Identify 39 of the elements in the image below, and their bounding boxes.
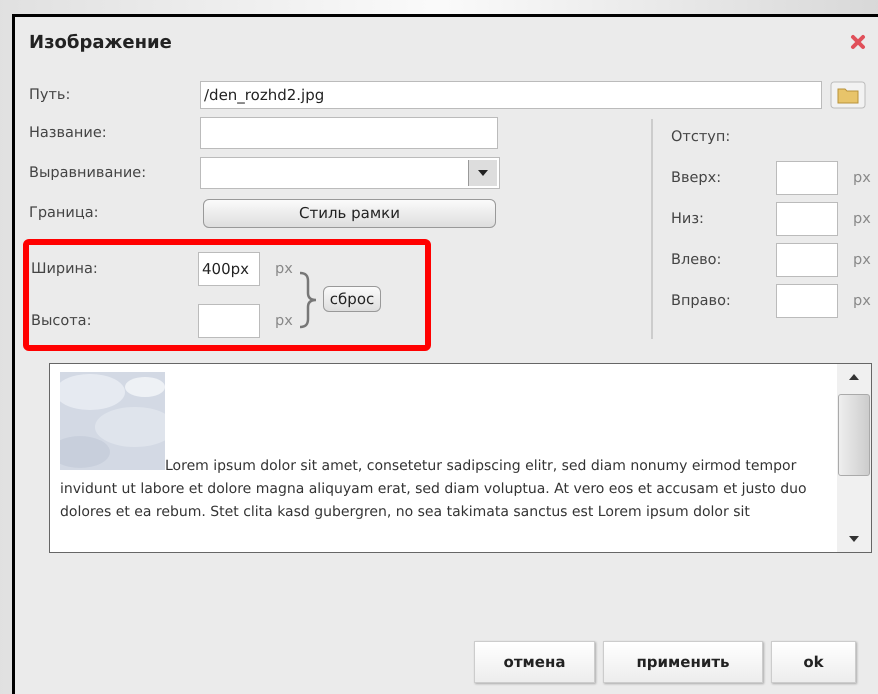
unit-label: px [275, 313, 293, 329]
field-label: Ширина: [31, 261, 99, 277]
dialog-button[interactable]: отмена [474, 641, 595, 683]
unit-label: px [275, 261, 293, 277]
field-label: Вправо: [671, 292, 732, 308]
folder-icon[interactable] [830, 81, 866, 109]
section-title: Отступ: [671, 129, 732, 145]
scroll-down-icon[interactable] [849, 536, 859, 542]
field-label: Высота: [31, 313, 92, 329]
height-field[interactable] [198, 304, 260, 338]
scrollbar[interactable] [837, 364, 871, 552]
name-field[interactable] [200, 117, 498, 149]
margin-field[interactable] [776, 202, 838, 236]
unit-label: px [853, 252, 871, 268]
align-dropdown[interactable] [200, 157, 500, 189]
dialog-title: Изображение [29, 32, 172, 52]
field-label: Название: [29, 125, 108, 141]
dialog-button[interactable]: применить [603, 641, 763, 683]
scroll-up-icon[interactable] [849, 374, 859, 380]
field-label: Выравнивание: [29, 165, 148, 181]
border-style-button[interactable]: Стиль рамки [203, 198, 496, 228]
unit-label: px [853, 210, 871, 226]
margin-field[interactable] [776, 242, 838, 276]
unit-label: px [853, 292, 871, 308]
close-icon[interactable] [850, 34, 866, 50]
field-label: Влево: [671, 252, 722, 268]
dialog-button[interactable]: ok [771, 641, 856, 683]
path-field[interactable]: /den_rozhd2.jpg [200, 81, 822, 109]
field-label: Граница: [29, 205, 100, 221]
margin-field[interactable] [776, 160, 838, 194]
margin-field[interactable] [776, 284, 838, 318]
preview-text: Lorem ipsum dolor sit amet, consetetur sadipscing elitr, sed diam nonumy eirmod tempor invidunt ut labore et dolore magna aliquyam erat, sed diam voluptua. At vero eos et accusam et justo duo dolores et ea rebum. Stet clita kasd gubergren, no sea takimata sanctus est Lorem ipsum dolor sit [50, 364, 837, 552]
field-label: Путь: [29, 87, 72, 103]
unit-label: px [853, 170, 871, 186]
field-label: Низ: [671, 210, 705, 226]
field-label: Вверх: [671, 170, 722, 186]
caret-icon [478, 170, 488, 176]
reset-button[interactable]: сброс [322, 286, 382, 312]
width-field[interactable]: 400px [198, 252, 260, 286]
